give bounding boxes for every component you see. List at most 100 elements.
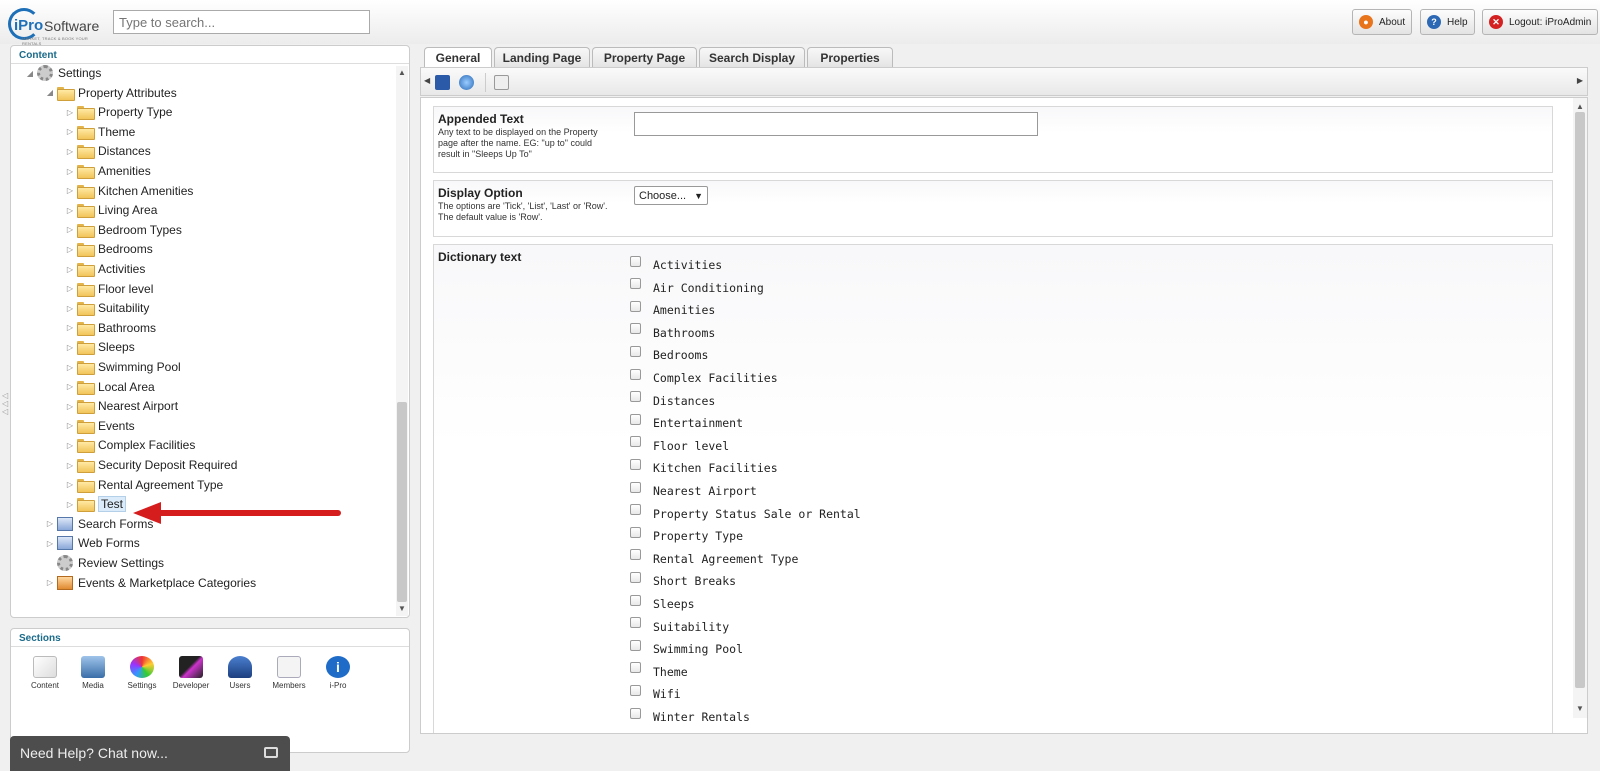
expand-arrow-icon[interactable]: ▷ (65, 363, 75, 372)
tree-item[interactable]: ▷ Suitability (65, 299, 149, 317)
dictionary-option[interactable]: Activities (630, 255, 722, 273)
toolbar-scroll-left-icon[interactable]: ◀ (424, 76, 430, 85)
tree-item[interactable]: ▷ Theme (65, 123, 135, 141)
section-developer[interactable]: Developer (169, 656, 213, 690)
dictionary-checkbox[interactable] (630, 368, 641, 380)
scroll-up-icon[interactable]: ▲ (1573, 102, 1587, 111)
tree-item[interactable]: ▷ Amenities (65, 162, 151, 180)
tree-item[interactable]: ▷ Events & Marketplace Categories (45, 574, 256, 592)
tree-item[interactable]: ▷ Local Area (65, 378, 155, 396)
dictionary-checkbox[interactable] (630, 549, 641, 561)
dictionary-checkbox[interactable] (630, 526, 641, 538)
section-media[interactable]: Media (71, 656, 115, 690)
dictionary-checkbox[interactable] (630, 436, 641, 448)
expand-arrow-icon[interactable]: ▷ (65, 402, 75, 411)
expand-arrow-icon[interactable]: ▷ (65, 500, 75, 509)
dictionary-option[interactable]: Entertainment (630, 413, 743, 431)
dictionary-option[interactable]: Rental Agreement Type (630, 549, 798, 567)
tree-item[interactable]: ▷ Bedrooms (65, 240, 153, 258)
collapse-handle-icon[interactable]: ◁ ◁ ◁ (2, 392, 8, 420)
toolbar-scroll-right-icon[interactable]: ▶ (1577, 76, 1583, 85)
preview-icon[interactable] (494, 75, 509, 90)
expand-arrow-icon[interactable]: ▷ (65, 108, 75, 117)
display-option-select[interactable]: Choose... ▼ (634, 186, 708, 205)
tree-item[interactable]: ▷ Complex Facilities (65, 436, 195, 454)
tree-item[interactable]: ▷ Events (65, 417, 135, 435)
section-settings[interactable]: Settings (120, 656, 164, 690)
dictionary-checkbox[interactable] (630, 413, 641, 425)
dictionary-checkbox[interactable] (630, 594, 641, 606)
tab-general[interactable]: General (424, 47, 492, 68)
expand-arrow-icon[interactable]: ▷ (65, 421, 75, 430)
tree-item[interactable]: Review Settings (45, 554, 164, 572)
dictionary-option[interactable]: Amenities (630, 300, 715, 318)
expand-arrow-icon[interactable]: ▷ (65, 343, 75, 352)
dictionary-checkbox[interactable] (630, 684, 641, 696)
dictionary-option[interactable]: Bedrooms (630, 345, 708, 363)
dictionary-checkbox[interactable] (630, 323, 641, 335)
scroll-down-icon[interactable]: ▼ (396, 604, 408, 613)
tree-item[interactable]: ◢ Property Attributes (45, 84, 177, 102)
tree-item[interactable]: ▷ Kitchen Amenities (65, 182, 193, 200)
save-icon[interactable] (435, 75, 450, 90)
expand-arrow-icon[interactable]: ▷ (65, 245, 75, 254)
expand-arrow-icon[interactable]: ▷ (65, 225, 75, 234)
tree-item[interactable]: ▷ Floor level (65, 280, 153, 298)
scroll-thumb[interactable] (1575, 112, 1585, 688)
tree-item[interactable]: ▷ Bathrooms (65, 319, 156, 337)
dictionary-checkbox[interactable] (630, 504, 641, 516)
dictionary-option[interactable]: Suitability (630, 617, 729, 635)
expand-arrow-icon[interactable]: ▷ (65, 206, 75, 215)
dictionary-checkbox[interactable] (630, 255, 641, 267)
dictionary-option[interactable]: Short Breaks (630, 571, 736, 589)
section-content[interactable]: Content (23, 656, 67, 690)
tab-search-display[interactable]: Search Display (699, 47, 805, 67)
scroll-down-icon[interactable]: ▼ (1573, 704, 1587, 713)
expand-arrow-icon[interactable]: ▷ (65, 441, 75, 450)
search-input[interactable] (113, 10, 370, 34)
expand-arrow-icon[interactable]: ▷ (45, 578, 55, 587)
tree-item[interactable]: ▷ Rental Agreement Type (65, 476, 223, 494)
about-button[interactable]: ● About (1352, 9, 1413, 35)
tree-scrollbar[interactable]: ▲ ▼ (396, 66, 408, 616)
scroll-up-icon[interactable]: ▲ (396, 68, 408, 77)
tab-properties[interactable]: Properties (807, 47, 893, 67)
tree-item[interactable]: ▷ Property Type (65, 103, 172, 121)
tree-item[interactable]: ▷ Bedroom Types (65, 221, 182, 239)
dictionary-option[interactable]: Distances (630, 391, 715, 409)
dictionary-checkbox[interactable] (630, 458, 641, 470)
dictionary-option[interactable]: Property Type (630, 526, 743, 544)
expand-arrow-icon[interactable]: ▷ (65, 480, 75, 489)
expand-arrow-icon[interactable]: ▷ (65, 284, 75, 293)
scroll-thumb[interactable] (397, 402, 407, 602)
tree-item[interactable]: ▷ Sleeps (65, 338, 135, 356)
expand-arrow-icon[interactable]: ▷ (65, 167, 75, 176)
dictionary-option[interactable]: Air Conditioning (630, 278, 764, 296)
expand-arrow-icon[interactable]: ▷ (65, 461, 75, 470)
dictionary-option[interactable]: Theme (630, 662, 688, 680)
dictionary-option[interactable]: Nearest Airport (630, 481, 757, 499)
dictionary-checkbox[interactable] (630, 662, 641, 674)
tree-item[interactable]: ▷ Nearest Airport (65, 397, 178, 415)
expand-arrow-icon[interactable]: ▷ (65, 127, 75, 136)
dictionary-option[interactable]: Wifi (630, 684, 681, 702)
section-ipro[interactable]: i i-Pro (316, 656, 360, 690)
section-users[interactable]: Users (218, 656, 262, 690)
tree-item[interactable]: ▷ Security Deposit Required (65, 456, 237, 474)
expand-arrow-icon[interactable]: ▷ (65, 382, 75, 391)
dictionary-checkbox[interactable] (630, 481, 641, 493)
dictionary-option[interactable]: Property Status Sale or Rental (630, 504, 861, 522)
tree-item[interactable]: ▷ Web Forms (45, 534, 140, 552)
tree-item[interactable]: ▷ Distances (65, 142, 151, 160)
expand-arrow-icon[interactable]: ▷ (45, 519, 55, 528)
dictionary-option[interactable]: Complex Facilities (630, 368, 778, 386)
expand-arrow-icon[interactable]: ▷ (45, 539, 55, 548)
expand-arrow-icon[interactable]: ▷ (65, 323, 75, 332)
tree-item[interactable]: ▷ Test (65, 495, 127, 513)
dictionary-checkbox[interactable] (630, 707, 641, 719)
dictionary-checkbox[interactable] (630, 617, 641, 629)
form-scrollbar[interactable]: ▲ ▼ (1573, 98, 1587, 718)
appended-text-input[interactable] (634, 112, 1038, 136)
tree-item[interactable]: ▷ Activities (65, 260, 145, 278)
dictionary-option[interactable]: Bathrooms (630, 323, 715, 341)
